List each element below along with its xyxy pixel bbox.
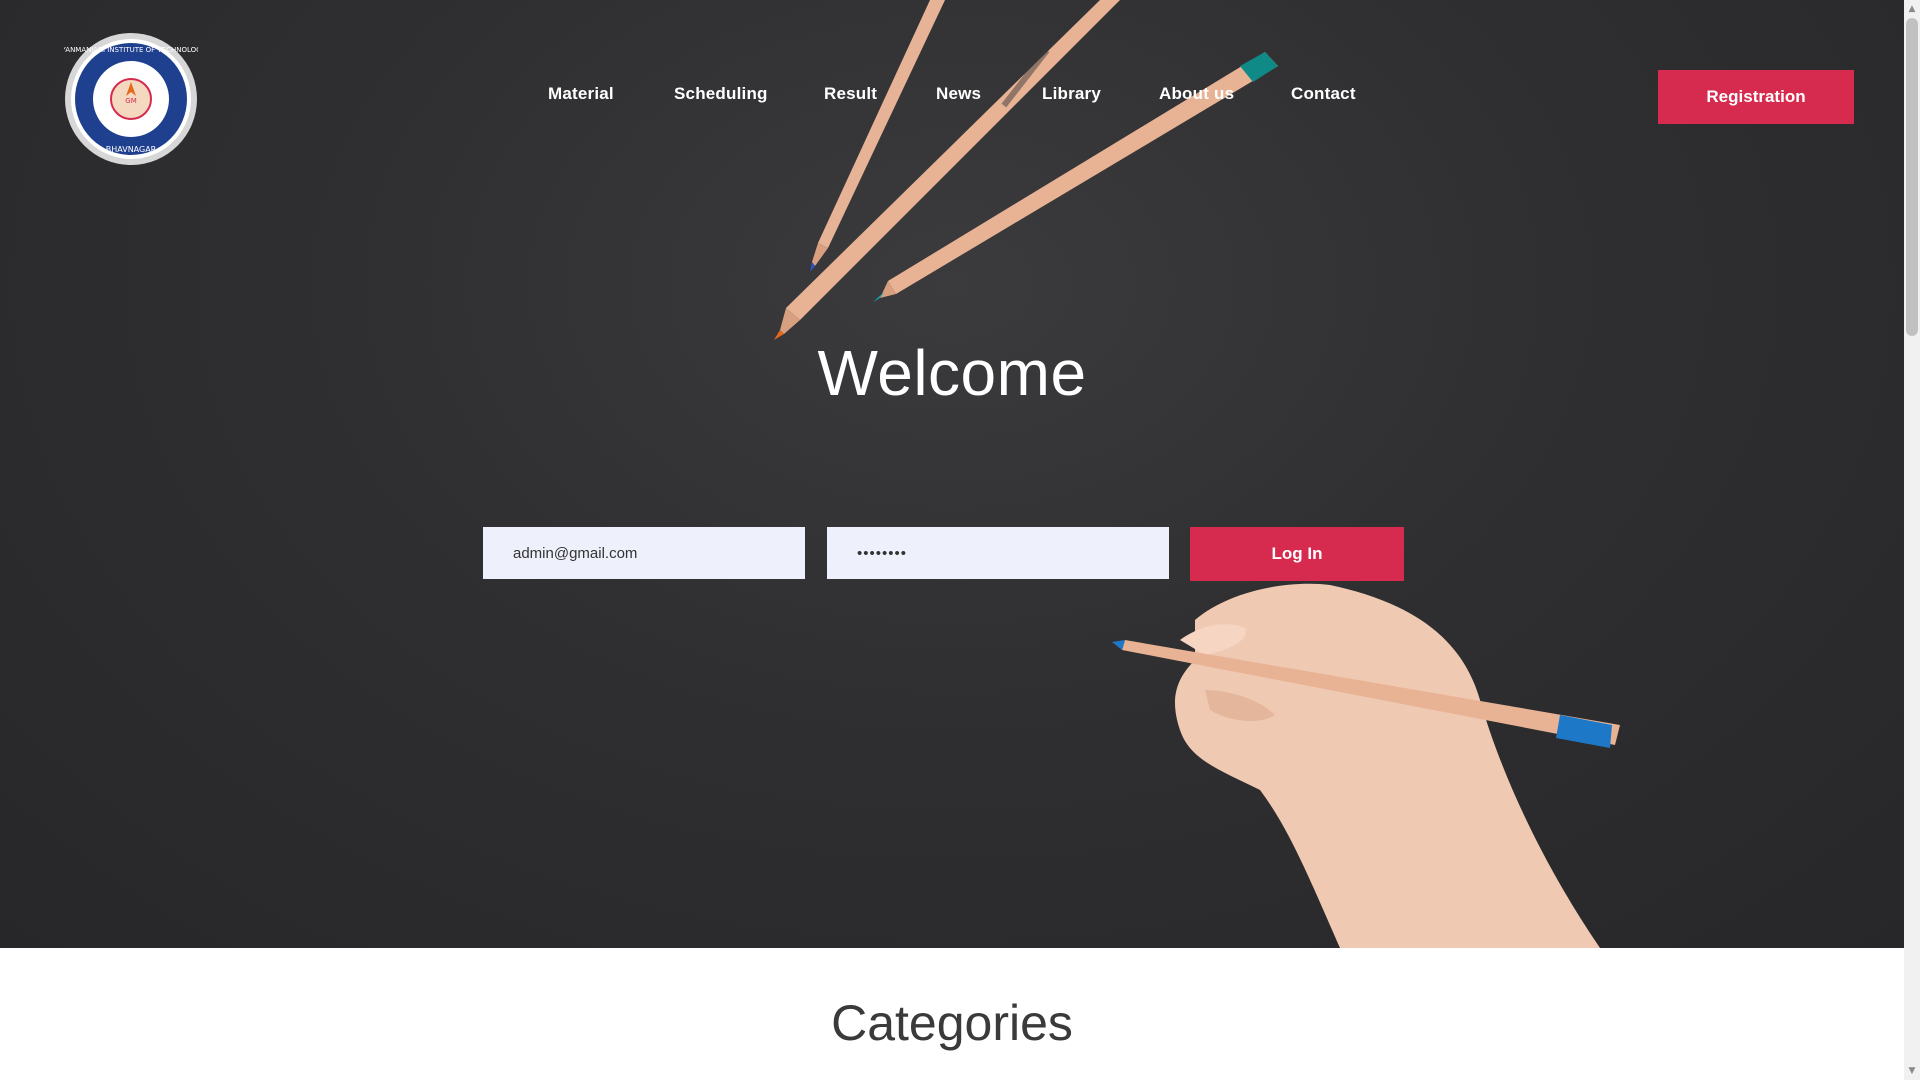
hand-with-pencil-icon — [1112, 583, 1620, 948]
nav-about-us[interactable]: About us — [1159, 84, 1234, 104]
login-button[interactable]: Log In — [1190, 527, 1404, 581]
email-input[interactable]: admin@gmail.com — [483, 527, 805, 579]
pencil-orange-icon — [774, 0, 1120, 340]
hero-section: GM GYANMANJARI INSTITUTE OF TECHNOLOGY B… — [0, 0, 1904, 948]
nav-scheduling[interactable]: Scheduling — [674, 84, 768, 104]
nav-material[interactable]: Material — [548, 84, 614, 104]
scroll-down-icon[interactable]: ▼ — [1906, 1064, 1918, 1078]
nav-library[interactable]: Library — [1042, 84, 1101, 104]
registration-button[interactable]: Registration — [1658, 70, 1854, 124]
pencils-and-hand-illustration — [774, 0, 1620, 948]
logo-bottom-text: BHAVNAGAR — [106, 145, 157, 154]
svg-text:GM: GM — [125, 97, 136, 105]
logo-top-text: GYANMANJARI INSTITUTE OF TECHNOLOGY — [64, 46, 198, 54]
categories-heading: Categories — [831, 995, 1073, 1051]
scroll-up-icon[interactable]: ▲ — [1906, 2, 1918, 16]
nav-result[interactable]: Result — [824, 84, 877, 104]
welcome-title: Welcome — [817, 337, 1087, 409]
nav-contact[interactable]: Contact — [1291, 84, 1356, 104]
institute-logo[interactable]: GM GYANMANJARI INSTITUTE OF TECHNOLOGY B… — [64, 30, 198, 168]
password-input[interactable]: •••••••• — [827, 527, 1169, 579]
nav-news[interactable]: News — [936, 84, 981, 104]
scrollbar-thumb[interactable] — [1906, 18, 1918, 336]
